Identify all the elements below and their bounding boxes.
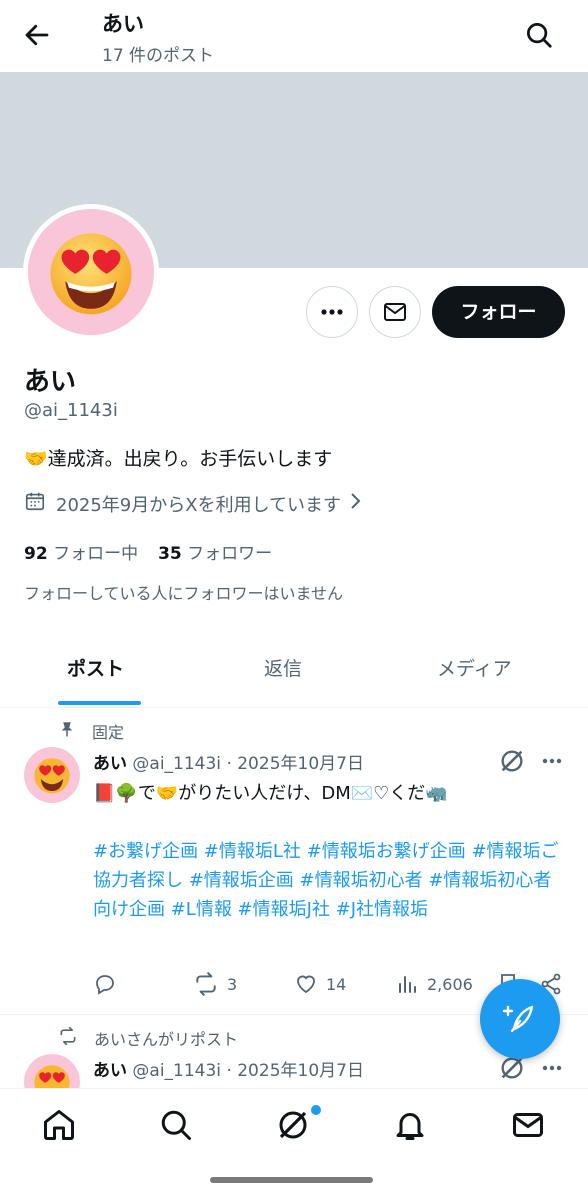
more-options-button[interactable] <box>306 286 358 338</box>
post-header: あい @ai_1143i · 2025年10月7日 <box>93 1056 364 1081</box>
profile-name: あい <box>24 367 77 397</box>
post-text: 📕🌳で🤝がりたい人だけ、DM✉️♡くだ🦏 <box>93 783 448 804</box>
joined-date[interactable]: 2025年9月からXを利用しています <box>24 490 363 517</box>
post-author-name[interactable]: あい <box>93 754 127 774</box>
profile-tabs: ポスト 返信 メディア <box>0 640 588 708</box>
post-header: あい @ai_1143i · 2025年10月7日 <box>93 749 364 774</box>
more-dots-icon <box>321 309 343 315</box>
post-avatar[interactable] <box>24 1054 80 1088</box>
heart-eyes-emoji-icon <box>50 233 132 315</box>
active-tab-indicator <box>58 701 141 705</box>
search-icon[interactable] <box>524 20 554 50</box>
chevron-right-icon <box>349 491 363 516</box>
post-count: 17 件のポスト <box>102 46 215 66</box>
views-button[interactable]: 2,606 <box>395 969 473 999</box>
repost-icon <box>58 1026 78 1050</box>
joined-text: 2025年9月からXを利用しています <box>56 494 342 516</box>
reply-icon <box>96 975 114 995</box>
post-author-name[interactable]: あい <box>93 1061 127 1081</box>
followers-link[interactable]: 35 フォロワー <box>158 544 272 564</box>
heart-eyes-emoji-icon <box>34 758 70 794</box>
post-meta: @ai_1143i · 2025年10月7日 <box>132 1061 364 1081</box>
repost-context-text: あいさんがリポスト <box>94 1030 239 1049</box>
compose-icon <box>502 1005 534 1033</box>
post-more-icon[interactable] <box>538 747 566 775</box>
post-more-icon[interactable] <box>538 1054 566 1082</box>
tab-posts[interactable]: ポスト <box>67 654 124 681</box>
following-count: 92 <box>24 544 48 564</box>
following-label: フォロー中 <box>53 544 139 564</box>
views-icon <box>399 976 416 993</box>
post-item[interactable]: 固定 あい @ai_1143i · 2025年10月7日 📕🌳で🤝がりたい人だけ… <box>0 709 588 1015</box>
top-bar: あい 17 件のポスト <box>0 0 588 72</box>
compose-button[interactable] <box>480 979 560 1059</box>
home-indicator <box>210 1177 373 1183</box>
reply-button[interactable] <box>93 969 117 999</box>
post-meta: @ai_1143i · 2025年10月7日 <box>132 754 364 774</box>
repost-icon <box>196 972 216 996</box>
tab-media[interactable]: メディア <box>437 654 512 681</box>
pin-icon <box>58 720 76 742</box>
pinned-label: 固定 <box>58 719 124 743</box>
repost-count: 3 <box>227 974 238 994</box>
message-button[interactable] <box>369 286 421 338</box>
bottom-nav <box>0 1088 588 1199</box>
mutual-followers-note: フォローしている人にフォロワーはいません <box>24 584 344 603</box>
repost-context: あいさんがリポスト <box>58 1026 238 1050</box>
followers-count: 35 <box>158 544 182 564</box>
mail-icon <box>384 303 406 321</box>
grok-icon[interactable] <box>275 1107 311 1143</box>
pinned-text: 固定 <box>92 723 125 742</box>
grok-icon[interactable] <box>498 747 526 775</box>
search-icon[interactable] <box>158 1107 194 1143</box>
followers-label: フォロワー <box>187 544 273 564</box>
tab-replies[interactable]: 返信 <box>264 654 302 681</box>
repost-button[interactable]: 3 <box>193 969 237 999</box>
follow-stats: 92 フォロー中 35 フォロワー <box>24 539 272 564</box>
view-count: 2,606 <box>427 974 473 994</box>
following-link[interactable]: 92 フォロー中 <box>24 544 138 564</box>
bell-icon[interactable] <box>392 1107 428 1143</box>
profile-bio: 🤝達成済。出戻り。お手伝いします <box>24 448 333 470</box>
mail-icon[interactable] <box>510 1107 546 1143</box>
avatar[interactable] <box>23 204 159 340</box>
post-avatar[interactable] <box>24 747 80 803</box>
profile-handle: @ai_1143i <box>24 400 118 421</box>
calendar-icon <box>24 490 46 517</box>
like-button[interactable]: 14 <box>294 969 346 999</box>
back-arrow-icon[interactable] <box>22 20 52 50</box>
notification-dot <box>311 1105 321 1115</box>
home-icon[interactable] <box>41 1107 77 1143</box>
heart-eyes-emoji-icon <box>34 1065 70 1088</box>
heart-icon <box>297 975 315 994</box>
follow-button[interactable]: フォロー <box>432 286 565 338</box>
post-hashtags[interactable]: #お繋げ企画 #情報垢L社 #情報垢お繋げ企画 #情報垢ご協力者探し #情報垢企… <box>93 837 565 924</box>
header-title: あい <box>102 12 144 36</box>
like-count: 14 <box>326 974 347 994</box>
